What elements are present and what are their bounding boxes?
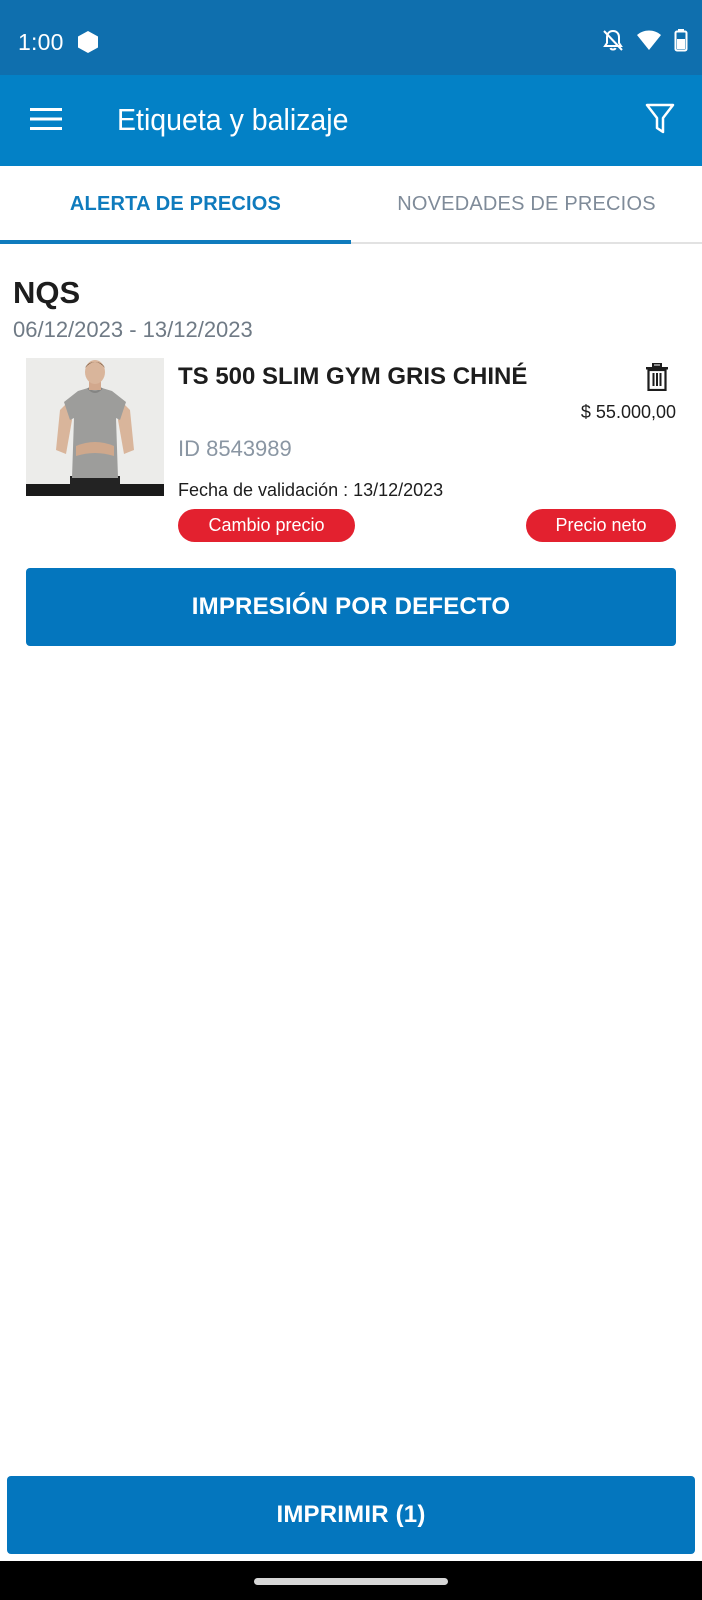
home-indicator[interactable]	[254, 1578, 448, 1585]
battery-icon	[674, 28, 688, 57]
status-time: 1:00	[18, 29, 64, 55]
app-bar: Etiqueta y balizaje	[0, 75, 702, 166]
menu-icon	[30, 108, 62, 130]
store-name: NQS	[13, 275, 81, 310]
trash-icon	[646, 363, 668, 391]
filter-button[interactable]	[638, 97, 682, 141]
tab-novedades-de-precios[interactable]: NOVEDADES DE PRECIOS	[351, 166, 702, 242]
tab-bar: ALERTA DE PRECIOS NOVEDADES DE PRECIOS	[0, 166, 702, 244]
print-button[interactable]: IMPRIMIR (1)	[7, 1476, 695, 1554]
badge-cambio-precio: Cambio precio	[178, 509, 355, 542]
status-icons	[602, 28, 688, 57]
tshirt-photo-icon	[26, 358, 164, 496]
page-title: Etiqueta y balizaje	[117, 102, 349, 137]
delete-button[interactable]	[640, 360, 674, 394]
date-range: 06/12/2023 - 13/12/2023	[13, 317, 253, 342]
default-print-button[interactable]: IMPRESIÓN POR DEFECTO	[26, 568, 676, 646]
status-bar: 1:00	[0, 0, 702, 75]
product-image	[26, 358, 164, 496]
product-price: $ 55.000,00	[580, 402, 676, 422]
menu-button[interactable]	[24, 97, 68, 141]
validation-date: Fecha de validación : 13/12/2023	[178, 480, 444, 500]
tab-alerta-de-precios[interactable]: ALERTA DE PRECIOS	[0, 166, 351, 244]
wifi-icon	[636, 29, 662, 56]
app-notification-icon	[77, 30, 99, 54]
product-id: ID 8543989	[178, 436, 292, 461]
silent-bell-icon	[602, 28, 624, 57]
filter-icon	[645, 103, 675, 134]
product-name: TS 500 SLIM GYM GRIS CHINÉ	[178, 363, 528, 390]
badge-precio-neto: Precio neto	[526, 509, 676, 542]
